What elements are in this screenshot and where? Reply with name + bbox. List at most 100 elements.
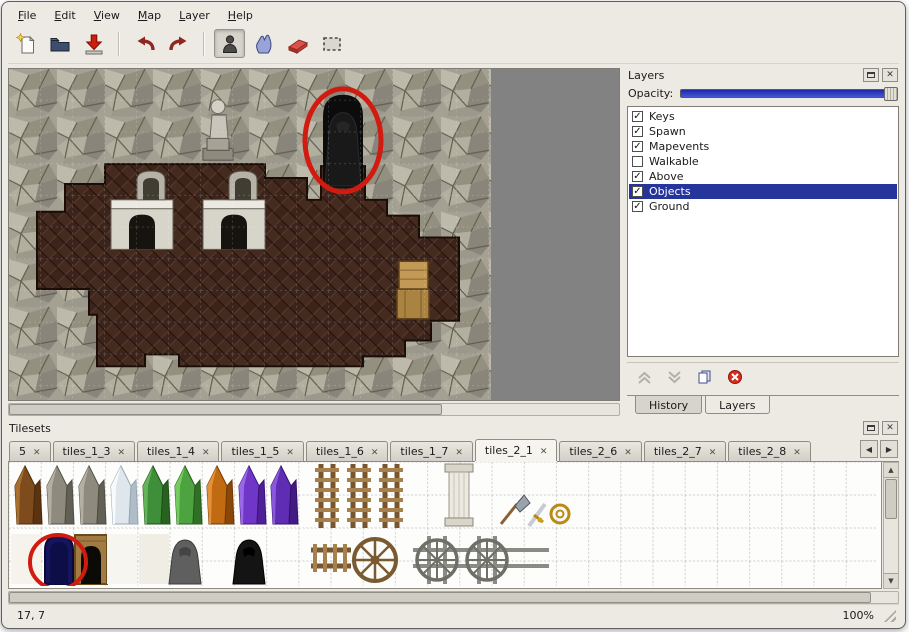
tilesets-close-button[interactable] [882,421,898,435]
opacity-row: Opacity: [627,85,899,106]
tileset-vscrollbar[interactable]: ▲ ▼ [883,462,899,589]
tileset-vscrollbar-thumb[interactable] [885,479,897,519]
tab-layers-label: Layers [719,399,755,412]
application-window: File Edit View Map Layer Help [1,1,906,629]
main-area: Layers Opacity: Keys Spawn [8,64,899,416]
close-icon[interactable] [624,445,632,458]
tileset-tab-label: tiles_1_6 [316,445,364,458]
layer-checkbox[interactable] [632,156,643,167]
layers-float-button[interactable] [863,68,879,82]
tileset-render [9,462,877,586]
tilesets-panel-title: Tilesets [9,422,860,435]
layer-checkbox[interactable] [632,201,643,212]
layer-checkbox[interactable] [632,186,643,197]
float-icon [867,72,875,78]
tileset-tab[interactable]: tiles_1_4 [137,441,219,461]
undo-button[interactable] [129,29,160,58]
eraser-tool-button[interactable] [282,29,313,58]
tab-scroll-left-button[interactable]: ◀ [860,440,878,458]
map-canvas[interactable] [8,68,620,401]
layer-buttons [627,362,899,389]
duplicate-icon [697,370,712,384]
layer-row-above[interactable]: Above [629,169,897,184]
layers-close-button[interactable] [882,68,898,82]
tab-scroll-buttons: ◀ ▶ [860,440,898,461]
double-chevron-down-icon [667,371,682,384]
close-icon[interactable] [709,445,717,458]
close-icon[interactable] [286,445,294,458]
delete-layer-button[interactable] [727,369,743,385]
tileset-tab[interactable]: 5 [9,441,51,461]
tab-history-label: History [649,399,688,412]
tileset-tab[interactable]: tiles_1_7 [390,441,472,461]
close-icon[interactable] [455,445,463,458]
tilesets-float-button[interactable] [863,421,879,435]
menu-file[interactable]: File [10,7,44,24]
lower-layer-button[interactable] [667,371,682,384]
layer-row-objects[interactable]: Objects [629,184,897,199]
layer-row-walkable[interactable]: Walkable [629,154,897,169]
select-tool-button[interactable] [316,29,347,58]
map-column [8,68,620,416]
duplicate-layer-button[interactable] [697,370,712,384]
close-icon[interactable] [33,445,41,458]
tileset-canvas[interactable] [8,462,882,589]
opacity-slider-handle[interactable] [884,87,898,101]
layer-checkbox[interactable] [632,141,643,152]
raise-layer-button[interactable] [637,371,652,384]
menu-view[interactable]: View [86,7,128,24]
tileset-hscrollbar-thumb[interactable] [9,592,871,603]
tileset-tab[interactable]: tiles_2_8 [728,441,810,461]
tab-scroll-right-button[interactable]: ▶ [880,440,898,458]
layer-row-ground[interactable]: Ground [629,199,897,214]
layers-panel-title: Layers [628,69,860,82]
layer-row-mapevents[interactable]: Mapevents [629,139,897,154]
menu-edit[interactable]: Edit [46,7,83,24]
redo-button[interactable] [163,29,194,58]
layer-row-keys[interactable]: Keys [629,109,897,124]
tileset-tab-label: tiles_2_7 [654,445,702,458]
save-icon [82,32,106,56]
save-button[interactable] [78,29,109,58]
tileset-tab-label: tiles_2_8 [738,445,786,458]
map-hscrollbar-thumb[interactable] [9,404,442,415]
opacity-slider[interactable] [680,89,898,98]
menu-map[interactable]: Map [130,7,169,24]
tileset-tab-active[interactable]: tiles_2_1 [475,439,557,461]
tileset-tab-label: tiles_2_6 [569,445,617,458]
tileset-tab[interactable]: tiles_2_7 [644,441,726,461]
fill-tool-button[interactable] [248,29,279,58]
layer-row-spawn[interactable]: Spawn [629,124,897,139]
scroll-down-button[interactable]: ▼ [884,573,898,588]
layer-checkbox[interactable] [632,126,643,137]
layer-name: Mapevents [649,140,709,153]
menu-help[interactable]: Help [220,7,261,24]
close-icon[interactable] [793,445,801,458]
open-folder-icon [48,32,72,56]
new-file-button[interactable] [10,29,41,58]
undo-icon [133,32,157,56]
tileset-tab[interactable]: tiles_1_5 [221,441,303,461]
layer-checkbox[interactable] [632,171,643,182]
tileset-tab[interactable]: tiles_1_6 [306,441,388,461]
tileset-tab-bar: 5 tiles_1_3 tiles_1_4 tiles_1_5 tiles_1_… [8,438,899,462]
tileset-tab-label: tiles_1_3 [63,445,111,458]
tileset-hscrollbar[interactable] [8,591,899,604]
scroll-up-button[interactable]: ▲ [884,463,898,478]
tab-history[interactable]: History [635,396,702,414]
open-file-button[interactable] [44,29,75,58]
close-icon[interactable] [202,445,210,458]
double-chevron-up-icon [637,371,652,384]
tileset-tab[interactable]: tiles_2_6 [559,441,641,461]
tab-layers[interactable]: Layers [705,396,769,414]
tileset-tab[interactable]: tiles_1_3 [53,441,135,461]
close-icon[interactable] [117,445,125,458]
layer-checkbox[interactable] [632,111,643,122]
cursor-coordinates: 17, 7 [17,609,45,622]
new-file-icon [14,32,38,56]
map-hscrollbar[interactable] [8,403,620,416]
stamp-tool-button[interactable] [214,29,245,58]
close-icon[interactable] [540,444,548,457]
close-icon[interactable] [371,445,379,458]
menu-layer[interactable]: Layer [171,7,218,24]
